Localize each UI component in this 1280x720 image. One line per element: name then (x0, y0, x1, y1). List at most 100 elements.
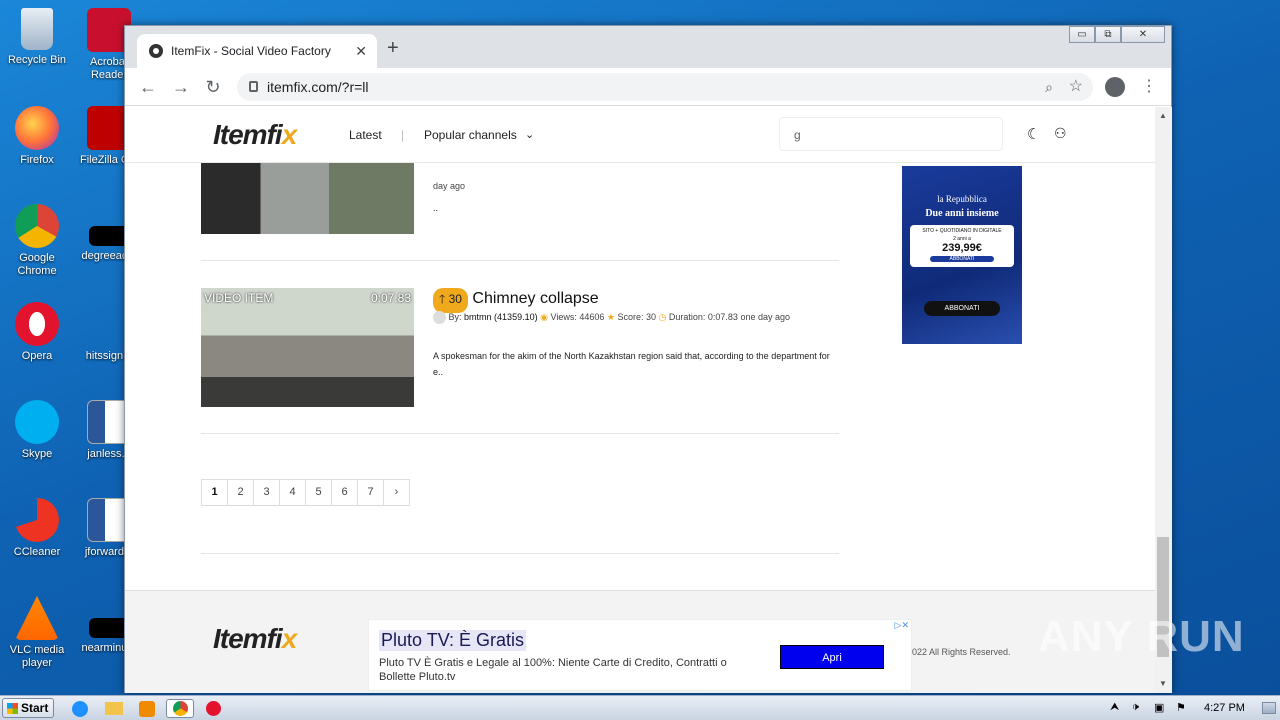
ie-icon[interactable] (66, 699, 94, 718)
search-input[interactable]: g (779, 117, 1003, 151)
tab-itemfix[interactable]: ItemFix - Social Video Factory ✕ (137, 34, 377, 68)
restore-button[interactable]: ⧉ (1095, 26, 1121, 43)
desktop-icon-recycle-bin[interactable]: Recycle Bin (0, 8, 74, 67)
divider (201, 433, 839, 434)
close-window-button[interactable]: ✕ (1121, 26, 1165, 43)
ad-repubblica[interactable]: la Repubblica Due anni insieme SITO + QU… (902, 166, 1022, 344)
dark-mode-moon-icon[interactable]: ☾ (1027, 125, 1040, 143)
page-1[interactable]: 1 (201, 479, 228, 506)
vlc-icon (15, 596, 59, 640)
system-tray: ⮝ 🕩 ▣ ⚑ 4:27 PM (1100, 696, 1280, 720)
zoom-icon[interactable]: ⌕ (1045, 73, 1053, 101)
desktop-icon-vlc[interactable]: VLC media player (0, 596, 74, 670)
copyright: 022 All Rights Reserved. (912, 647, 1011, 657)
desktop-icon-ccleaner[interactable]: CCleaner (0, 498, 74, 559)
banner-ad[interactable]: ▷✕ Pluto TV: È Gratis Pluto TV È Gratis … (368, 619, 912, 691)
new-tab-button[interactable]: + (387, 38, 399, 58)
page-5[interactable]: 5 (305, 479, 332, 506)
pagination: 1 2 3 4 5 6 7 › (201, 479, 410, 506)
scrollbar[interactable]: ▲ ▼ (1155, 107, 1172, 693)
footer-logo[interactable]: Itemfix (213, 623, 297, 655)
chrome-taskbar-icon[interactable] (166, 699, 194, 718)
reload-icon[interactable]: ↻ (202, 76, 224, 98)
eye-icon: ◉ (540, 312, 548, 322)
page-4[interactable]: 4 (279, 479, 306, 506)
video-thumbnail[interactable]: VIDEO ITEM 0:07.83 (201, 288, 414, 407)
window-controls: ▭ ⧉ ✕ (1069, 26, 1165, 43)
video-item-badge: VIDEO ITEM (204, 291, 274, 305)
item-title[interactable]: Chimney collapse (472, 290, 598, 307)
nav-popular-channels[interactable]: Popular channels (424, 128, 517, 142)
user-icon[interactable]: ⚇ (1054, 125, 1067, 142)
page-7[interactable]: 7 (357, 479, 384, 506)
chrome-icon (15, 204, 59, 248)
browser-toolbar: ← → ↻ itemfix.com/?r=ll ⌕ ☆ ⋮ (125, 68, 1171, 106)
address-bar[interactable]: itemfix.com/?r=ll ⌕ ☆ (237, 73, 1093, 101)
item-meta: day ago (433, 181, 466, 191)
desktop-icon-skype[interactable]: Skype (0, 400, 74, 461)
recycle-bin-icon (21, 8, 53, 50)
close-tab-icon[interactable]: ✕ (355, 34, 367, 68)
opera-taskbar-icon[interactable] (200, 699, 228, 718)
itemfix-logo[interactable]: Itemfix (213, 119, 297, 151)
chevron-down-icon[interactable]: ⌄ (525, 128, 534, 141)
browser-window: ItemFix - Social Video Factory ✕ + ▭ ⧉ ✕… (124, 25, 1172, 693)
site-footer: Itemfix ▷✕ Pluto TV: È Gratis Pluto TV È… (125, 590, 1155, 693)
network-icon[interactable]: ▣ (1154, 701, 1164, 714)
itemfix-favicon-icon (149, 44, 163, 58)
show-desktop-button[interactable] (1262, 702, 1276, 714)
tab-strip: ItemFix - Social Video Factory ✕ + ▭ ⧉ ✕ (125, 26, 1171, 68)
item-meta: By: bmtmn (41359.10) ◉ Views: 44606 ★ Sc… (433, 308, 833, 326)
item-description: .. (433, 203, 439, 213)
scroll-down-icon[interactable]: ▼ (1159, 679, 1167, 688)
taskbar: Start ⮝ 🕩 ▣ ⚑ 4:27 PM (0, 695, 1280, 720)
volume-icon[interactable]: 🕩 (1132, 701, 1139, 714)
nav-separator: | (401, 128, 405, 142)
minimize-button[interactable]: ▭ (1069, 26, 1095, 43)
opera-icon (15, 302, 59, 346)
star-icon: ★ (606, 312, 615, 322)
page-viewport: Itemfix Latest | Popular channels ⌄ g ☾ … (125, 107, 1155, 693)
scroll-up-icon[interactable]: ▲ (1159, 111, 1167, 120)
divider (201, 260, 839, 261)
lock-icon (249, 81, 258, 92)
duration-badge: 0:07.83 (370, 291, 411, 305)
tray-expand-icon[interactable]: ⮝ (1110, 701, 1119, 714)
back-icon[interactable]: ← (137, 76, 159, 98)
banner-title[interactable]: Pluto TV: È Gratis (379, 630, 527, 651)
bookmark-star-icon[interactable]: ☆ (1069, 73, 1083, 101)
nav-latest[interactable]: Latest (349, 128, 382, 142)
page-2[interactable]: 2 (227, 479, 254, 506)
chrome-menu-icon[interactable]: ⋮ (1141, 76, 1157, 96)
firefox-icon (15, 106, 59, 150)
file-icon (89, 618, 129, 638)
page-3[interactable]: 3 (253, 479, 280, 506)
site-header: Itemfix Latest | Popular channels ⌄ g ☾ … (125, 107, 1155, 163)
media-player-icon[interactable] (133, 699, 161, 718)
clock[interactable]: 4:27 PM (1204, 702, 1245, 714)
skype-icon (15, 400, 59, 444)
next-page-button[interactable]: › (383, 479, 410, 506)
anyrun-watermark: ANY RUN (1038, 612, 1245, 661)
list-item: VIDEO ITEM 0:07.83 🡑 30 Chimney collapse… (201, 288, 839, 408)
arrow-up-icon: 🡑 (439, 292, 446, 306)
url-text: itemfix.com/?r=ll (267, 79, 369, 95)
desktop-icon-firefox[interactable]: Firefox (0, 106, 74, 167)
desktop-icon-chrome[interactable]: Google Chrome (0, 204, 74, 278)
file-icon (89, 226, 129, 246)
flag-icon[interactable]: ⚑ (1176, 701, 1186, 714)
tab-title: ItemFix - Social Video Factory (171, 44, 331, 58)
divider (201, 553, 839, 554)
adchoices-icon[interactable]: ▷✕ (895, 620, 909, 631)
forward-icon[interactable]: → (170, 76, 192, 98)
page-6[interactable]: 6 (331, 479, 358, 506)
desktop-icon-opera[interactable]: Opera (0, 302, 74, 363)
start-button[interactable]: Start (2, 698, 54, 718)
banner-open-button[interactable]: Apri (780, 645, 884, 669)
item-description: A spokesman for the akim of the North Ka… (433, 351, 830, 377)
author-link[interactable]: bmtmn (41359.10) (464, 312, 538, 322)
explorer-icon[interactable] (100, 699, 128, 718)
profile-icon[interactable] (1105, 77, 1125, 97)
banner-body: Pluto TV È Gratis e Legale al 100%: Nien… (379, 657, 727, 683)
avatar (433, 311, 446, 325)
